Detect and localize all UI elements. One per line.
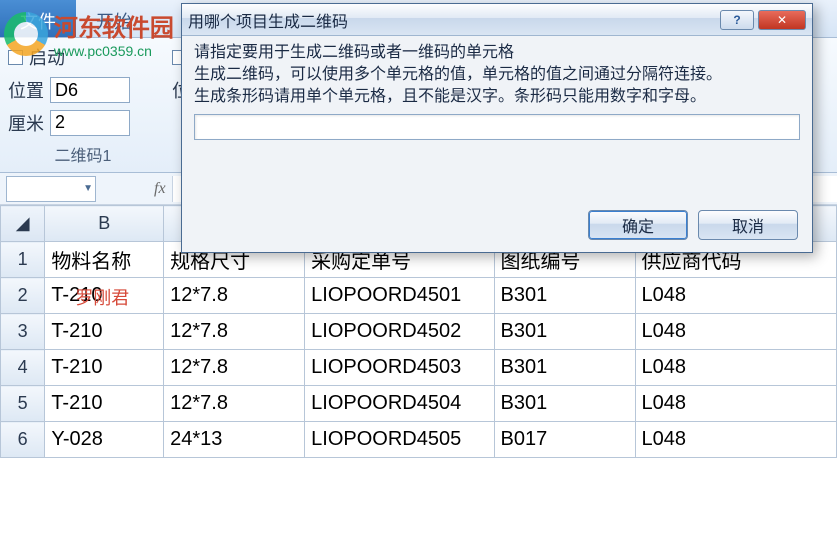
dialog-text-3: 生成条形码请用单个单元格，且不能是汉字。条形码只能用数字和字母。 [194,86,800,108]
chevron-down-icon[interactable]: ▼ [83,183,93,194]
cm-input-1[interactable] [50,110,130,136]
table-row: 6 Y-028 24*13 LIOPOORD4505 B017 L048 [1,422,837,458]
cell[interactable]: 12*7.8 [164,386,305,422]
cell[interactable]: 12*7.8 [164,350,305,386]
select-all-corner[interactable]: ◢ [1,206,45,242]
cell[interactable]: T-210 [45,314,164,350]
dialog-range-input[interactable] [194,114,800,140]
cell[interactable]: LIOPOORD4504 [305,386,494,422]
row-header[interactable]: 3 [1,314,45,350]
cell[interactable]: LIOPOORD4501 [305,278,494,314]
site-watermark: 河东软件园 www.pc0359.cn [4,8,174,59]
watermark-url: www.pc0359.cn [54,43,152,59]
ok-button[interactable]: 确定 [588,210,688,240]
cell[interactable]: 24*13 [164,422,305,458]
table-row: 5 T-210 12*7.8 LIOPOORD4504 B301 L048 [1,386,837,422]
cell[interactable]: L048 [635,350,837,386]
row-header[interactable]: 4 [1,350,45,386]
table-row: 4 T-210 12*7.8 LIOPOORD4503 B301 L048 [1,350,837,386]
close-button[interactable]: ✕ [758,10,806,30]
cell[interactable]: T-210 [45,350,164,386]
dialog-text-2: 生成二维码，可以使用多个单元格的值，单元格的值之间通过分隔符连接。 [194,64,800,86]
cell[interactable]: Y-028 [45,422,164,458]
cell[interactable]: 物料名称 [45,242,164,278]
cancel-button[interactable]: 取消 [698,210,798,240]
col-header-B[interactable]: B [45,206,164,242]
fx-icon[interactable]: fx [154,180,166,198]
cell[interactable]: B301 [494,350,635,386]
cell[interactable]: 12*7.8 [164,278,305,314]
position-label-1: 位置 [8,77,44,103]
name-box[interactable]: ▼ [6,176,96,202]
dialog-title: 用哪个项目生成二维码 [188,8,716,32]
table-row: 3 T-210 12*7.8 LIOPOORD4502 B301 L048 [1,314,837,350]
row-header[interactable]: 6 [1,422,45,458]
cell-watermark: 罗刚君 [75,284,129,310]
dialog-body: 请指定要用于生成二维码或者一维码的单元格 生成二维码，可以使用多个单元格的值，单… [182,36,812,146]
cell[interactable]: B301 [494,278,635,314]
position-input-1[interactable] [50,77,130,103]
group-name-1: 二维码1 [8,142,158,166]
help-button[interactable]: ? [720,10,754,30]
watermark-cn: 河东软件园 [54,16,174,42]
cell[interactable]: LIOPOORD4505 [305,422,494,458]
cell[interactable]: T-210 [45,386,164,422]
cell[interactable]: LIOPOORD4502 [305,314,494,350]
site-logo-icon [4,12,48,56]
cell[interactable]: B017 [494,422,635,458]
cell[interactable]: L048 [635,278,837,314]
cell[interactable]: B301 [494,314,635,350]
row-header[interactable]: 5 [1,386,45,422]
table-row: 2 T-210 罗刚君 12*7.8 LIOPOORD4501 B301 L04… [1,278,837,314]
dialog-qr-source: 用哪个项目生成二维码 ? ✕ 请指定要用于生成二维码或者一维码的单元格 生成二维… [181,3,813,253]
dialog-titlebar[interactable]: 用哪个项目生成二维码 ? ✕ [182,4,812,36]
cell[interactable]: LIOPOORD4503 [305,350,494,386]
cell[interactable]: L048 [635,314,837,350]
row-header[interactable]: 2 [1,278,45,314]
cell[interactable]: T-210 罗刚君 [45,278,164,314]
dialog-text-1: 请指定要用于生成二维码或者一维码的单元格 [194,42,800,64]
cell[interactable]: L048 [635,422,837,458]
cell[interactable]: 12*7.8 [164,314,305,350]
cell[interactable]: L048 [635,386,837,422]
ribbon-group-qr1: 启动 位置 厘米 二维码1 [8,44,158,166]
cell[interactable]: B301 [494,386,635,422]
cm-label-1: 厘米 [8,110,44,136]
row-header[interactable]: 1 [1,242,45,278]
